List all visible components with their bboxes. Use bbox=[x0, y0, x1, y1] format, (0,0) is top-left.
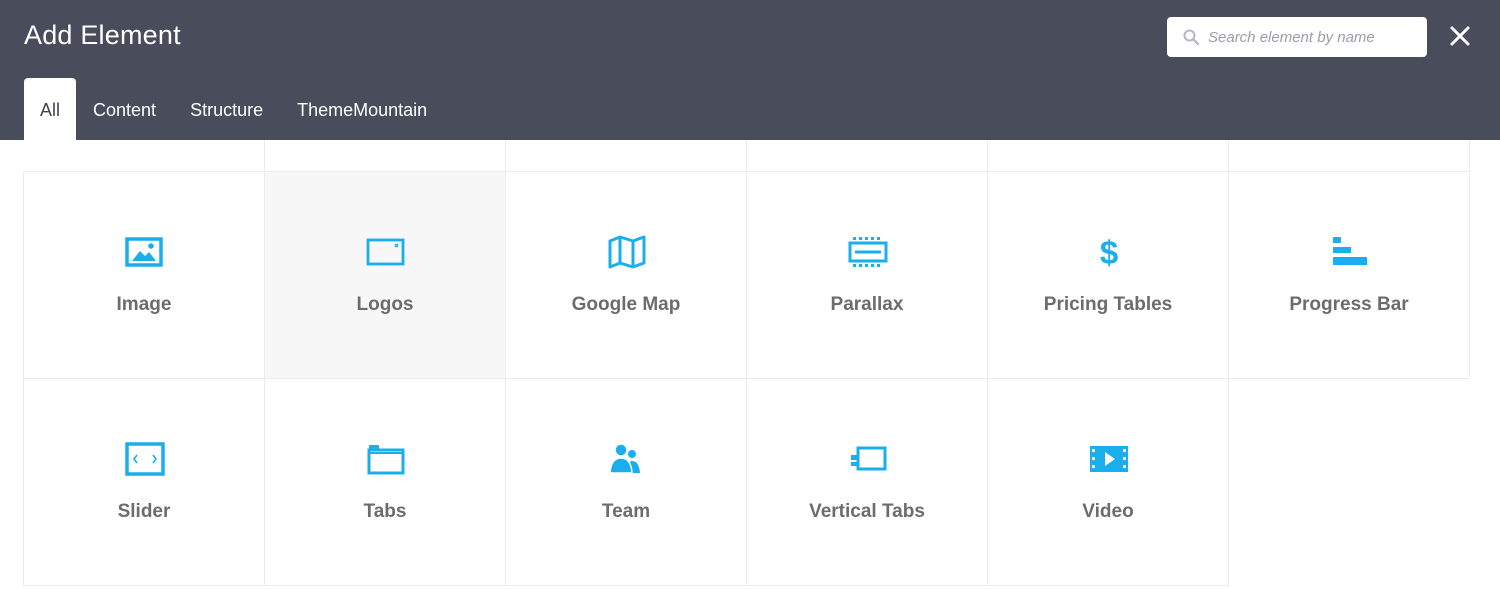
search-icon bbox=[1183, 29, 1199, 45]
tab-content[interactable]: Content bbox=[76, 78, 173, 140]
modal-title: Add Element bbox=[24, 20, 181, 50]
element-label: Pricing Tables bbox=[1043, 294, 1173, 315]
element-label: Google Map bbox=[571, 294, 681, 315]
element-image[interactable]: Image bbox=[23, 171, 265, 379]
element-label: Parallax bbox=[830, 294, 904, 315]
grid-divider bbox=[264, 140, 265, 172]
element-label: Slider bbox=[117, 501, 171, 522]
video-icon bbox=[1090, 446, 1128, 472]
element-team[interactable]: Team bbox=[505, 378, 747, 586]
element-google-map[interactable]: Google Map bbox=[505, 171, 747, 379]
element-pricing-tables[interactable]: $ Pricing Tables bbox=[987, 171, 1229, 379]
element-label: Video bbox=[1082, 501, 1134, 522]
tab-thememountain[interactable]: ThemeMountain bbox=[280, 78, 444, 140]
element-label: Logos bbox=[356, 294, 414, 315]
map-icon bbox=[608, 235, 646, 269]
image-icon bbox=[125, 237, 163, 267]
tabs-icon bbox=[367, 445, 405, 475]
element-logos[interactable]: Logos bbox=[264, 171, 506, 379]
element-label: Team bbox=[601, 501, 651, 522]
progress-bar-icon bbox=[1333, 237, 1367, 265]
modal-header: Add Element All Content Structure ThemeM… bbox=[0, 0, 1500, 140]
element-vertical-tabs[interactable]: Vertical Tabs bbox=[746, 378, 988, 586]
element-slider[interactable]: Slider bbox=[23, 378, 265, 586]
slider-icon bbox=[125, 442, 165, 476]
logos-icon bbox=[366, 238, 405, 266]
element-label: Image bbox=[116, 294, 172, 315]
tab-structure[interactable]: Structure bbox=[173, 78, 280, 140]
svg-text:$: $ bbox=[1100, 234, 1118, 270]
tab-all[interactable]: All bbox=[24, 78, 77, 140]
element-progress-bar[interactable]: Progress Bar bbox=[1228, 171, 1470, 379]
element-label: Tabs bbox=[363, 501, 407, 522]
parallax-icon bbox=[848, 237, 888, 267]
element-label: Progress Bar bbox=[1289, 294, 1409, 315]
dollar-icon: $ bbox=[1100, 234, 1118, 270]
tab-bar: All Content Structure ThemeMountain bbox=[24, 78, 444, 140]
element-parallax[interactable]: Parallax bbox=[746, 171, 988, 379]
search-input[interactable] bbox=[1208, 28, 1418, 46]
grid-divider bbox=[1228, 140, 1229, 172]
grid-divider bbox=[505, 140, 506, 172]
close-icon[interactable] bbox=[1448, 24, 1472, 48]
element-video[interactable]: Video bbox=[987, 378, 1229, 586]
vertical-tabs-icon bbox=[851, 446, 887, 471]
element-grid: Image Logos Google Map Parallax $ Pricin… bbox=[0, 140, 1500, 589]
grid-divider bbox=[987, 140, 988, 172]
team-icon bbox=[609, 443, 640, 474]
element-label: Vertical Tabs bbox=[809, 501, 925, 522]
grid-divider bbox=[1469, 140, 1470, 172]
grid-divider bbox=[746, 140, 747, 172]
element-tabs[interactable]: Tabs bbox=[264, 378, 506, 586]
search-box[interactable] bbox=[1167, 17, 1427, 57]
